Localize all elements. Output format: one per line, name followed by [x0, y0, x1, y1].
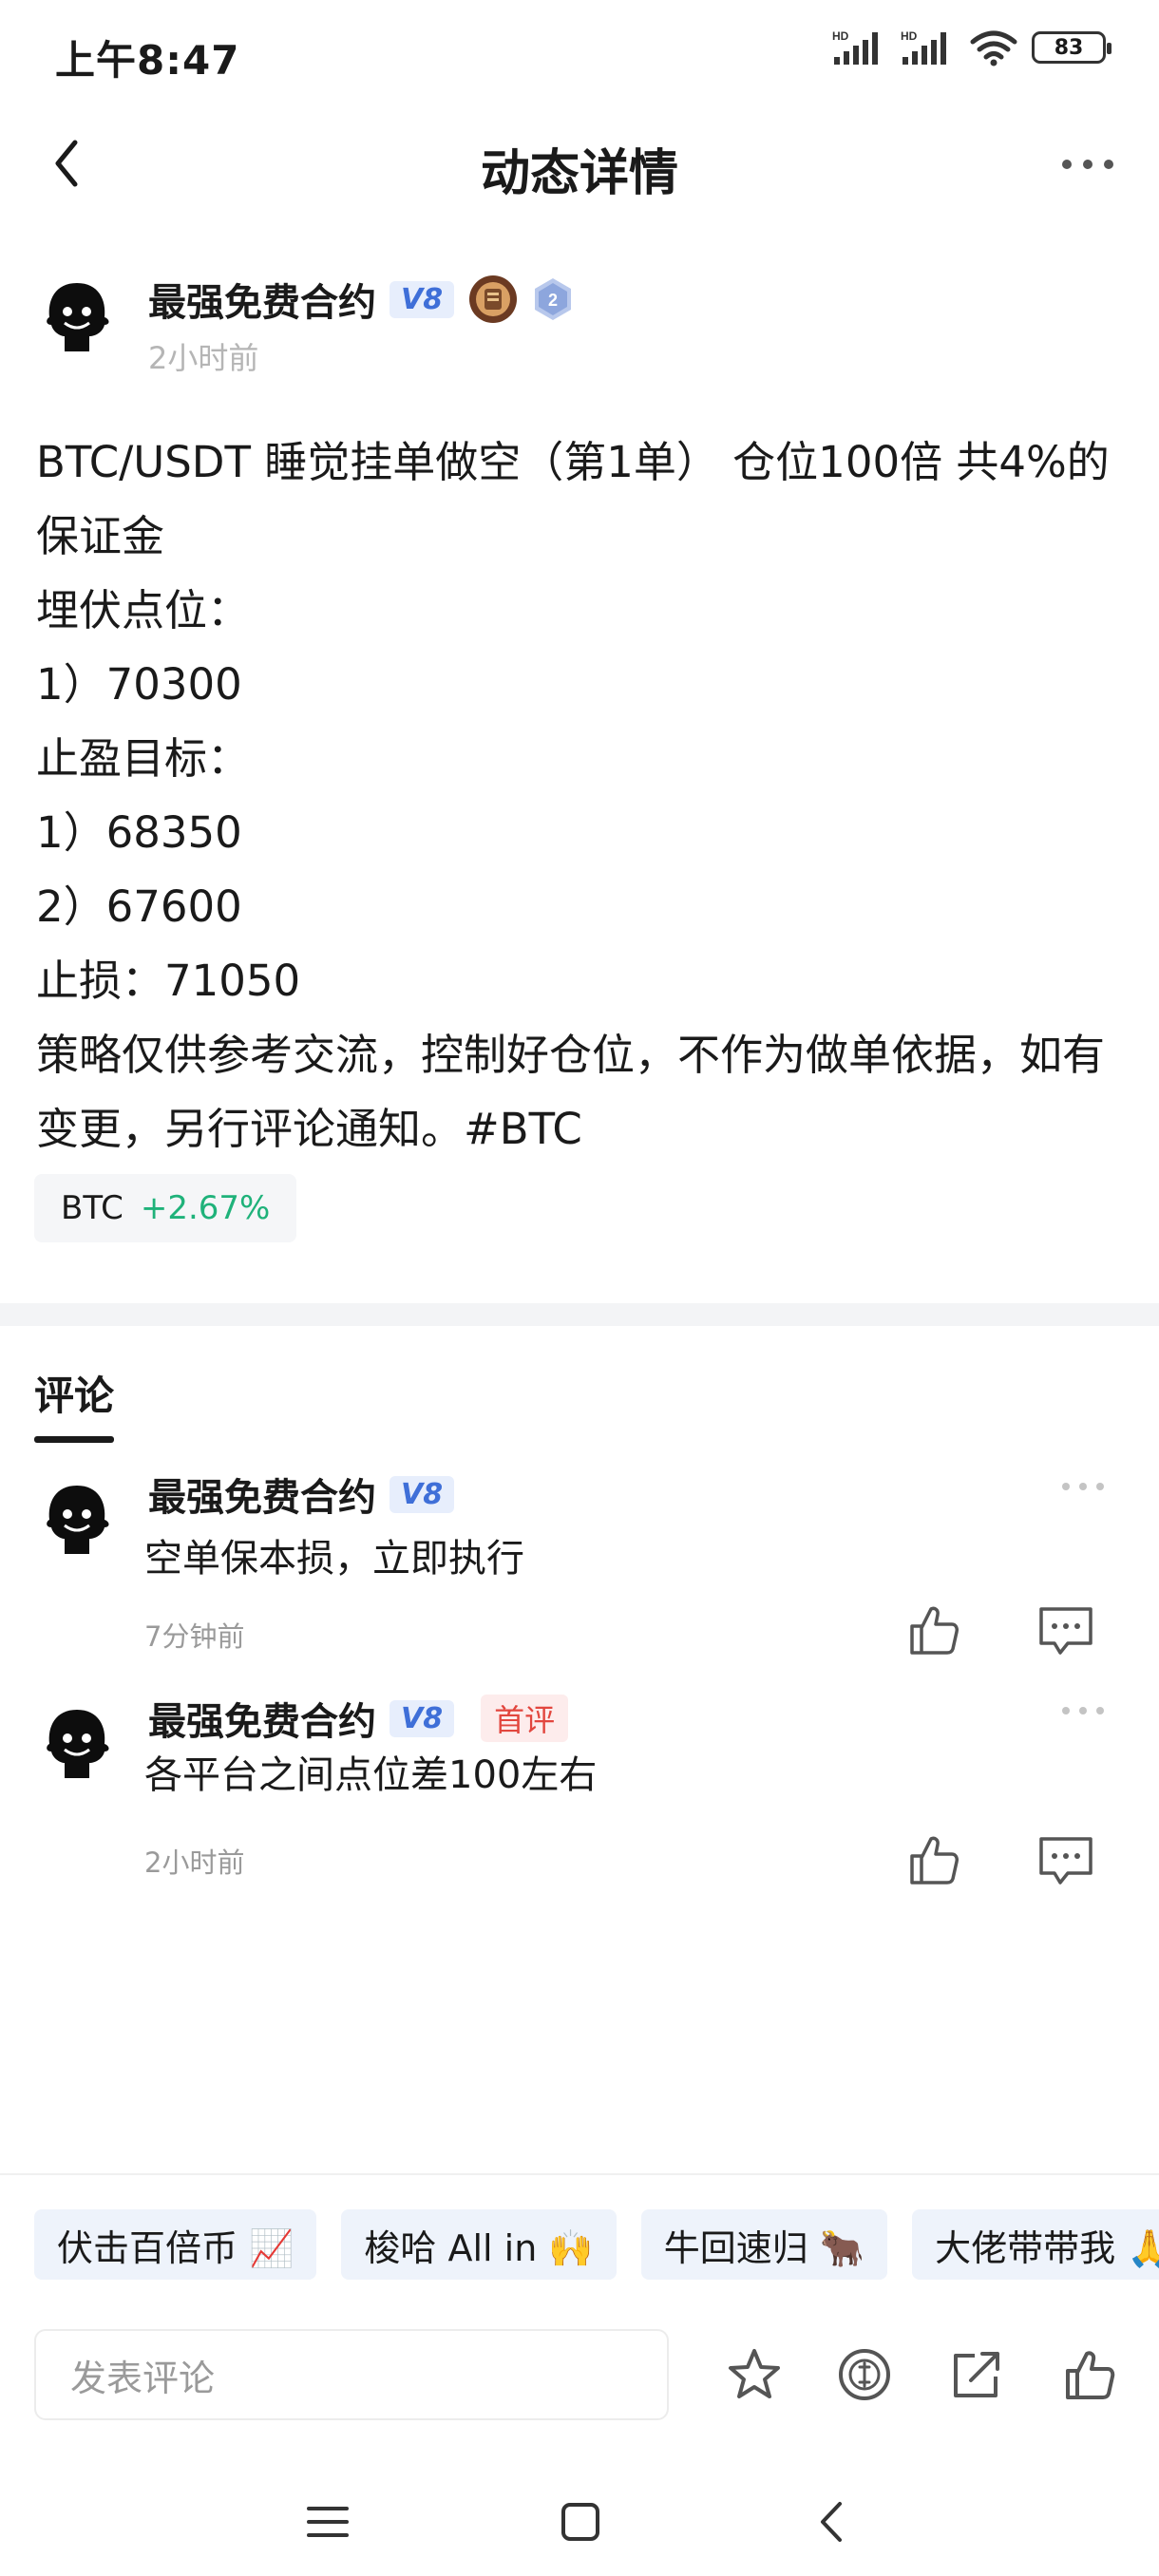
vip-badge: V8: [390, 1475, 455, 1513]
medal-icon: [469, 275, 518, 323]
coin-symbol: BTC: [61, 1189, 124, 1227]
system-nav-bar: [0, 2470, 1159, 2576]
comment-item: 最强免费合约 V8 首评 各平台之间点位差100左右 2小时前: [0, 1681, 1159, 1900]
comment-author-row: 最强免费合约 V8: [148, 1467, 455, 1522]
tab-comments[interactable]: 评论: [34, 1364, 114, 1422]
post-line: 2）67600: [36, 881, 242, 932]
tip-button[interactable]: [834, 2344, 895, 2405]
post-line: 策略仅供参考交流，控制好仓位，不作为做单依据，如有变更，另行评论通知。#BTC: [36, 1030, 1106, 1154]
wifi-icon: [970, 30, 1017, 66]
signal-icon: HD: [832, 29, 878, 65]
post-time: 2小时前: [148, 340, 259, 376]
comment-author[interactable]: 最强免费合约: [148, 1691, 376, 1746]
coin-icon: [839, 2349, 890, 2400]
quick-tag[interactable]: 伏击百倍币 📈: [34, 2209, 317, 2280]
back-icon: [821, 2502, 842, 2542]
post-line: 埋伏点位：: [36, 585, 251, 635]
battery-icon: 83: [1032, 31, 1112, 64]
post-line: 1）70300: [36, 659, 242, 710]
section-divider: [0, 1303, 1159, 1326]
post-line: 止损：71050: [36, 956, 301, 1006]
vip-badge: V8: [390, 1699, 455, 1737]
status-bar: 上午8:47 HD HD 83: [0, 0, 1159, 104]
post-line: 止盈目标：: [36, 733, 251, 784]
more-icon: [1062, 160, 1113, 169]
comment-text: 各平台之间点位差100左右: [144, 1753, 598, 1797]
status-icons: HD HD 83: [832, 28, 1112, 66]
comment-more-button[interactable]: [1054, 1472, 1112, 1501]
level-number: 2: [548, 291, 558, 310]
reply-icon[interactable]: [1036, 1831, 1096, 1888]
signal-icon: HD: [901, 29, 946, 65]
comment-avatar[interactable]: [36, 1702, 118, 1784]
comment-item: 最强免费合约 V8 空单保本损，立即执行 7分钟前: [0, 1457, 1159, 1676]
thumbs-up-icon[interactable]: [904, 1601, 961, 1658]
vip-badge: V8: [390, 280, 455, 318]
star-icon: [729, 2349, 780, 2398]
avatar-face-icon: [47, 1710, 109, 1778]
quick-reply-tags: 伏击百倍币 📈 梭哈 All in 🙌 牛回速归 🐂 大佬带带我 🙏: [34, 2209, 1159, 2280]
share-icon: [954, 2352, 999, 2397]
quick-tag[interactable]: 大佬带带我 🙏: [912, 2209, 1159, 2280]
comment-text: 空单保本损，立即执行: [144, 1537, 524, 1581]
comment-time: 7分钟前: [144, 1620, 245, 1653]
comment-author-row: 最强免费合约 V8 首评: [148, 1691, 569, 1746]
reply-icon[interactable]: [1036, 1601, 1096, 1658]
like-button[interactable]: [1058, 2344, 1119, 2405]
more-icon: [1062, 1483, 1104, 1490]
coin-chip[interactable]: BTC +2.67%: [34, 1174, 297, 1242]
like-icon: [1066, 2351, 1115, 2399]
more-icon: [1062, 1707, 1104, 1714]
menu-icon: [307, 2507, 349, 2537]
bottom-divider: [0, 2173, 1159, 2175]
post-content: BTC/USDT 睡觉挂单做空（第1单） 仓位100倍 共4%的保证金 埋伏点位…: [36, 426, 1129, 1166]
post-line: BTC/USDT 睡觉挂单做空（第1单） 仓位100倍 共4%的保证金: [36, 437, 1110, 561]
status-time: 上午8:47: [55, 37, 240, 84]
page-title: 动态详情: [480, 145, 678, 202]
coin-change: +2.67%: [140, 1189, 271, 1227]
home-icon: [561, 2503, 599, 2541]
author-avatar[interactable]: [36, 275, 118, 357]
author-name[interactable]: 最强免费合约: [148, 272, 376, 327]
comment-input[interactable]: 发表评论: [34, 2329, 669, 2420]
more-button[interactable]: [1054, 141, 1121, 188]
author-row: 最强免费合约 V8 2: [148, 272, 574, 327]
quick-tag[interactable]: 牛回速归 🐂: [640, 2209, 888, 2280]
quick-tag[interactable]: 梭哈 All in 🙌: [341, 2209, 617, 2280]
comment-author[interactable]: 最强免费合约: [148, 1467, 376, 1522]
comment-time: 2小时前: [144, 1847, 245, 1879]
first-comment-badge: 首评: [481, 1695, 569, 1742]
avatar-face-icon: [47, 283, 109, 351]
comment-avatar[interactable]: [36, 1478, 118, 1560]
signal-hd-label: HD: [832, 29, 849, 43]
battery-level: 83: [1054, 35, 1084, 60]
header: 动态详情: [0, 112, 1159, 215]
share-button[interactable]: [946, 2344, 1007, 2405]
tab-underline: [34, 1436, 114, 1443]
page: 上午8:47 HD HD 83 动态详情 最强免费合约 V8 2 2小时前 BT…: [0, 0, 1159, 2576]
menu-button[interactable]: [294, 2489, 361, 2555]
favorite-button[interactable]: [724, 2344, 785, 2405]
post-line: 1）68350: [36, 807, 242, 858]
level-badge-icon: 2: [535, 278, 572, 320]
thumbs-up-icon[interactable]: [904, 1831, 961, 1888]
comment-more-button[interactable]: [1054, 1696, 1112, 1725]
home-button[interactable]: [547, 2489, 614, 2555]
system-back-button[interactable]: [798, 2489, 864, 2555]
avatar-face-icon: [47, 1486, 109, 1554]
signal-hd-label: HD: [901, 29, 918, 43]
